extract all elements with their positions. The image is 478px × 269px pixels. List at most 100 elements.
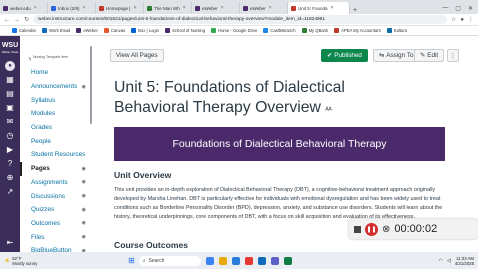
url-field[interactable]: weber.instructure.com/courses/601621/pag… bbox=[33, 15, 447, 24]
bookmark-item[interactable]: Home - Google Drive bbox=[211, 28, 257, 33]
excel-icon[interactable] bbox=[283, 256, 292, 265]
windows-start-icon[interactable]: ⊞ bbox=[128, 256, 135, 265]
edge-icon[interactable] bbox=[231, 256, 240, 265]
tab-label: eWeber bbox=[202, 5, 218, 11]
page-banner: Foundations of Dialectical Behavioral Th… bbox=[114, 127, 445, 161]
menu-icon[interactable]: ⋮ bbox=[468, 16, 474, 23]
dashboard-icon[interactable]: ▦ bbox=[5, 74, 16, 85]
forward-icon[interactable]: → bbox=[14, 17, 20, 23]
course-nav-pages[interactable]: Pages ◉ bbox=[20, 161, 90, 176]
minimize-icon[interactable]: — bbox=[442, 5, 448, 12]
collapse-menu-icon[interactable]: ↰ bbox=[28, 57, 32, 63]
cancel-icon[interactable]: ⊗ bbox=[382, 224, 390, 235]
task-view-icon[interactable] bbox=[205, 256, 214, 265]
course-nav-files[interactable]: Files ◉ bbox=[20, 230, 90, 244]
history-icon[interactable]: ◷ bbox=[5, 130, 16, 141]
browser-tab[interactable]: The Man Wh × bbox=[144, 2, 192, 14]
reload-icon[interactable]: ↻ bbox=[24, 16, 29, 23]
more-options-icon[interactable]: ⋮ bbox=[447, 49, 459, 62]
file-explorer-icon[interactable] bbox=[218, 256, 227, 265]
pencil-icon: ✎ bbox=[420, 52, 426, 59]
outlook-icon[interactable] bbox=[257, 256, 266, 265]
external-tool-icon[interactable]: ⊕ bbox=[5, 172, 16, 183]
stop-icon[interactable] bbox=[354, 225, 361, 233]
tab-label: Inbox (2/8) bbox=[58, 5, 80, 11]
wsu-logo[interactable]: WSU Weber State bbox=[2, 42, 19, 56]
close-tab-icon[interactable]: × bbox=[221, 5, 224, 11]
course-nav-quizzes[interactable]: Quizzes ◉ bbox=[20, 203, 90, 217]
course-nav-label: Announcements bbox=[31, 83, 78, 91]
close-tab-icon[interactable]: × bbox=[183, 5, 186, 11]
course-nav-discussions[interactable]: Discussions ◉ bbox=[20, 189, 90, 203]
calendar-icon[interactable]: ▣ bbox=[5, 102, 16, 113]
pause-icon[interactable]: ❚❚ bbox=[365, 222, 378, 236]
browser-tab[interactable]: eWeber × bbox=[240, 2, 288, 14]
teams-icon[interactable] bbox=[270, 256, 279, 265]
visibility-eye-icon: ◉ bbox=[81, 234, 86, 241]
published-button[interactable]: ✔ Published bbox=[321, 49, 368, 62]
browser-tab[interactable]: Homepage | × bbox=[96, 2, 144, 14]
course-nav-student-resources[interactable]: Student Resources bbox=[20, 148, 90, 162]
template-label: Nursing Template Item bbox=[33, 55, 68, 59]
account-avatar-icon[interactable]: ● bbox=[5, 61, 15, 71]
help-icon[interactable]: ? bbox=[5, 158, 16, 169]
bookmark-item[interactable]: School of Nursing bbox=[165, 28, 205, 33]
bookmark-label: Calendar bbox=[19, 28, 36, 33]
close-tab-icon[interactable]: × bbox=[83, 5, 86, 11]
search-icon: ⌕ bbox=[142, 257, 146, 264]
close-tab-icon[interactable]: × bbox=[133, 5, 136, 11]
browser-tab[interactable]: eWeber × bbox=[192, 2, 240, 14]
assign-icon: ⇆ bbox=[379, 52, 385, 59]
course-nav-home[interactable]: Home bbox=[20, 66, 90, 80]
course-nav-assignments[interactable]: Assignments ◉ bbox=[20, 176, 90, 190]
close-tab-icon[interactable]: × bbox=[331, 5, 334, 11]
browser-tab[interactable]: Inbox (2/8) × bbox=[48, 2, 96, 14]
bookmark-favicon-icon bbox=[103, 28, 109, 33]
bookmark-item[interactable]: My QBank bbox=[301, 28, 328, 33]
external-link-icon[interactable]: ↗ bbox=[5, 186, 16, 197]
back-icon[interactable]: ← bbox=[4, 17, 10, 23]
courses-icon[interactable]: ▤ bbox=[5, 88, 16, 99]
system-clock[interactable]: 11:33 AM 4/21/2025 bbox=[455, 256, 474, 266]
bookmark-item[interactable]: CastleBranch bbox=[263, 28, 296, 33]
inbox-icon[interactable]: ✉ bbox=[5, 116, 16, 127]
browser-tab[interactable]: weber.edu × bbox=[0, 2, 48, 14]
bookmark-item[interactable]: Work Email bbox=[42, 28, 70, 33]
course-nav-modules[interactable]: Modules bbox=[20, 107, 90, 121]
wifi-icon[interactable]: ◠ bbox=[439, 258, 443, 264]
bookmark-favicon-icon bbox=[263, 28, 269, 33]
bookmark-label: eWeber bbox=[83, 28, 98, 33]
weather-widget[interactable]: ☀ 52°F Mostly sunny bbox=[0, 256, 120, 266]
course-nav-scrollbar[interactable] bbox=[90, 46, 92, 124]
edit-button[interactable]: ✎ Edit bbox=[414, 49, 445, 62]
immersive-reader-icon[interactable]: ᴬᴬ bbox=[325, 107, 331, 114]
course-nav-announcements[interactable]: Announcements ◉ bbox=[20, 80, 90, 94]
volume-icon[interactable]: ◁ bbox=[447, 258, 451, 264]
bookmark-item[interactable]: Canvas bbox=[103, 28, 125, 33]
taskbar-search[interactable]: ⌕ Search bbox=[138, 255, 201, 266]
bookmark-item[interactable]: Calendar bbox=[12, 28, 36, 33]
close-tab-icon[interactable]: × bbox=[34, 5, 37, 11]
bookmark-item[interactable]: eWeber bbox=[76, 28, 98, 33]
bookmark-item[interactable]: Box | Login bbox=[131, 28, 159, 33]
star-icon[interactable]: ☆ bbox=[451, 16, 456, 23]
browser-tab[interactable]: Unit 5: Founda × bbox=[288, 2, 350, 14]
course-nav-people[interactable]: People bbox=[20, 134, 90, 148]
chrome-icon[interactable] bbox=[244, 256, 253, 265]
tab-favicon-icon bbox=[291, 5, 296, 11]
course-nav-grades[interactable]: Grades bbox=[20, 121, 90, 135]
close-tab-icon[interactable]: × bbox=[269, 5, 272, 11]
assign-to-button[interactable]: ⇆ Assign To bbox=[373, 49, 420, 62]
collapse-nav-icon[interactable]: ⇤ bbox=[5, 237, 16, 248]
new-tab-icon[interactable]: + bbox=[350, 7, 360, 14]
studio-icon[interactable]: ▶ bbox=[5, 144, 16, 155]
course-nav-outcomes[interactable]: Outcomes ◉ bbox=[20, 217, 90, 231]
close-window-icon[interactable]: ✕ bbox=[468, 5, 473, 12]
profile-icon[interactable]: ● bbox=[460, 17, 464, 23]
view-all-pages-button[interactable]: View All Pages bbox=[110, 49, 164, 62]
weather-condition: Mostly sunny bbox=[12, 260, 38, 266]
bookmark-item[interactable]: Kaltura bbox=[386, 28, 407, 33]
maximize-icon[interactable]: ▢ bbox=[455, 5, 461, 12]
bookmark-item[interactable]: APEA My Accountant bbox=[334, 28, 381, 33]
course-nav-syllabus[interactable]: Syllabus bbox=[20, 93, 90, 107]
